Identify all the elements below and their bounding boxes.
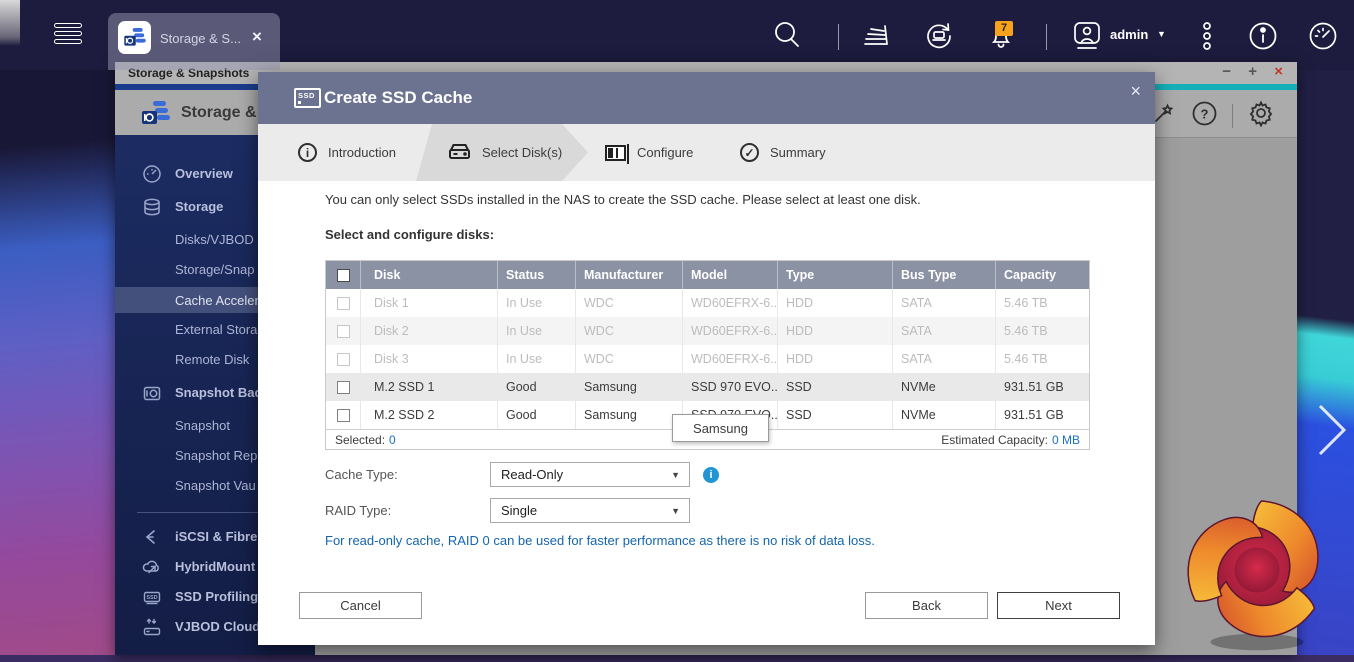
database-icon (141, 197, 163, 217)
row-checkbox[interactable] (337, 353, 350, 366)
column-header[interactable]: Manufacturer (576, 261, 683, 289)
info-icon[interactable] (1246, 19, 1280, 58)
step-configure[interactable]: Configure (605, 124, 693, 181)
row-checkbox[interactable] (337, 297, 350, 310)
toolbar-divider (1232, 104, 1233, 128)
create-ssd-cache-dialog: SSD Create SSD Cache × i Introduction Se… (258, 72, 1155, 645)
ssd-icon: SSD (141, 587, 163, 607)
svg-text:?: ? (1201, 106, 1209, 121)
table-header-row: Disk Status Manufacturer Model Type Bus … (326, 261, 1089, 289)
back-button[interactable]: Back (865, 592, 988, 619)
raid-type-label: RAID Type: (325, 503, 391, 518)
configure-columns-icon (605, 145, 626, 161)
cache-type-info-icon[interactable]: i (703, 467, 719, 483)
selected-label: Selected: (335, 433, 385, 447)
step-summary[interactable]: ✓ Summary (740, 124, 826, 181)
dialog-titlebar: SSD Create SSD Cache × (258, 72, 1155, 124)
disk-icon (448, 142, 471, 164)
chevron-down-icon: ▼ (671, 470, 680, 480)
cache-type-label: Cache Type: (325, 467, 398, 482)
check-circle-icon: ✓ (740, 143, 759, 162)
more-options-icon[interactable] (1198, 22, 1216, 57)
storage-app-icon (139, 97, 173, 136)
cloud-icon (141, 557, 163, 577)
estimated-capacity-label: Estimated Capacity: (941, 433, 1048, 447)
column-header[interactable]: Disk (361, 261, 498, 289)
topbar-divider (1046, 24, 1047, 50)
raid-type-select[interactable]: Single ▼ (490, 498, 690, 523)
settings-gear-icon[interactable] (1247, 99, 1275, 132)
manufacturer-tooltip: Samsung (672, 414, 769, 442)
svg-text:SSD: SSD (146, 595, 157, 601)
estimated-capacity-value: 0 MB (1052, 433, 1080, 447)
table-row-m2ssd1[interactable]: M.2 SSD 1 Good Samsung SSD 970 EVO... SS… (326, 373, 1089, 401)
row-checkbox[interactable] (337, 325, 350, 338)
main-menu-bar: 7 admin ▼ (0, 0, 1354, 70)
column-header[interactable]: Bus Type (893, 261, 996, 289)
info-circle-icon: i (298, 143, 317, 162)
wallpaper-arrow-icon (1314, 402, 1350, 463)
gauge-icon (141, 164, 163, 184)
wizard-steps: i Introduction Select Disk(s) Configure … (258, 124, 1155, 181)
iscsi-arrow-icon (141, 527, 163, 547)
column-header[interactable]: Model (683, 261, 778, 289)
table-row-disk2: Disk 2 In Use WDC WD60EFRX-6... HDD SATA… (326, 317, 1089, 345)
help-icon[interactable]: ? (1191, 100, 1218, 132)
notification-badge: 7 (995, 21, 1013, 36)
row-checkbox[interactable] (337, 381, 350, 394)
chevron-down-icon: ▼ (671, 506, 680, 516)
dialog-title: Create SSD Cache (324, 88, 472, 108)
cache-type-select[interactable]: Read-Only ▼ (490, 462, 690, 487)
table-row-disk1: Disk 1 In Use WDC WD60EFRX-6... HDD SATA… (326, 289, 1089, 317)
row-checkbox[interactable] (337, 409, 350, 422)
select-all-checkbox[interactable] (337, 269, 350, 282)
topbar-divider (838, 24, 839, 50)
table-label: Select and configure disks: (325, 227, 494, 242)
qnap-swirl-logo (1182, 495, 1332, 662)
cancel-button[interactable]: Cancel (299, 592, 422, 619)
dashboard-gauge-icon[interactable] (1306, 19, 1340, 58)
wallpaper-left (0, 70, 115, 662)
dialog-description: You can only select SSDs installed in th… (325, 192, 1115, 207)
user-avatar-icon[interactable] (1070, 20, 1104, 57)
column-header[interactable]: Capacity (996, 261, 1089, 289)
next-button[interactable]: Next (997, 592, 1120, 619)
selected-count: 0 (389, 433, 396, 447)
main-menu-icon[interactable] (54, 23, 82, 48)
chevron-down-icon: ▼ (1157, 29, 1166, 39)
wallpaper-bottom-strip (0, 655, 1354, 662)
search-icon[interactable] (771, 19, 803, 56)
camera-icon (141, 383, 163, 403)
table-row-disk3: Disk 3 In Use WDC WD60EFRX-6... HDD SATA… (326, 345, 1089, 373)
step-introduction[interactable]: i Introduction (298, 124, 396, 181)
background-tasks-icon[interactable] (860, 19, 892, 56)
vjbod-cloud-icon (141, 617, 163, 637)
admin-menu[interactable]: admin (1110, 27, 1148, 42)
step-select-disks[interactable]: Select Disk(s) (448, 124, 562, 181)
dialog-close-icon[interactable]: × (1130, 81, 1141, 102)
column-header[interactable]: Status (498, 261, 576, 289)
column-header[interactable]: Type (778, 261, 893, 289)
raid-note: For read-only cache, RAID 0 can be used … (325, 533, 875, 548)
desktop: Storage & Snapshots − + × St (0, 0, 1354, 662)
ssd-drive-icon: SSD (294, 88, 321, 108)
sync-update-icon[interactable] (922, 19, 956, 58)
